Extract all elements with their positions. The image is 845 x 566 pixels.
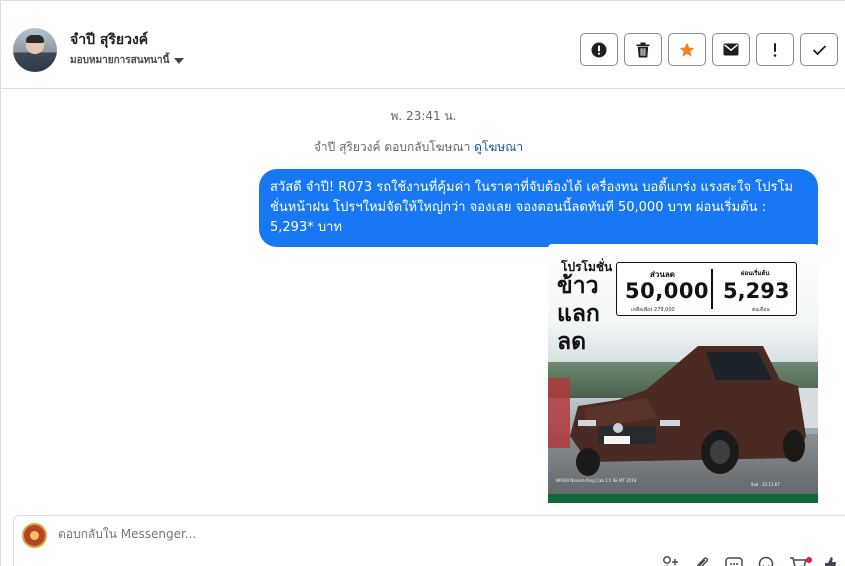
composer-tools [660, 556, 840, 566]
promo-fine-print-left: NP300 Navara King Cab 2.5 SE MT 2018 [556, 478, 637, 483]
user-avatar[interactable] [13, 28, 57, 72]
add-person-icon[interactable] [660, 556, 680, 566]
exclamation-icon [773, 42, 777, 57]
mark-spam-button[interactable] [580, 33, 618, 66]
avatar-hair [26, 35, 44, 43]
view-ad-link[interactable]: ดูโฆษณา [474, 140, 523, 154]
promo-heading-line-2: แลก [557, 301, 600, 327]
assign-label: มอบหมายการสนทนานี้ [70, 55, 170, 66]
message-bubble[interactable]: สวัสดี จำปี! R073 รถใช้งานที่คุ้มค่า ในร… [259, 169, 818, 247]
star-button[interactable] [668, 33, 706, 66]
pickup-truck-illustration [548, 346, 818, 476]
messenger-conversation: จำปี สุริยวงค์ มอบหมายการสนทนานี้ พ. 23:… [0, 0, 845, 566]
ad-reply-notice: จำปี สุริยวงค์ ตอบกลับโฆษณา ดูโฆษณา [1, 138, 836, 157]
price-divider [711, 269, 713, 309]
message-timestamp: พ. 23:41 น. [390, 109, 457, 123]
promo-heading-line-1: ข้าว [557, 273, 599, 299]
installment-sub: ต่อเดือน [752, 307, 770, 313]
mark-done-button[interactable] [800, 33, 838, 66]
discount-value: 50,000 [625, 279, 710, 303]
attachment-icon[interactable] [692, 556, 712, 566]
star-icon [679, 42, 695, 57]
cart-icon[interactable] [788, 556, 808, 566]
follow-up-button[interactable] [756, 33, 794, 66]
trash-icon [636, 42, 650, 57]
delete-button[interactable] [624, 33, 662, 66]
notification-dot [806, 557, 812, 563]
page-avatar [22, 523, 47, 548]
envelope-icon [723, 43, 739, 56]
check-icon [812, 44, 826, 55]
assign-conversation-dropdown[interactable]: มอบหมายการสนทนานี้ [70, 53, 185, 68]
like-icon[interactable] [820, 556, 840, 566]
discount-sub: เหลือเพียง 279,000 [631, 307, 675, 313]
promo-image[interactable]: โปรโมชั่น ข้าว แลก ลด ส่วนลด 50,000 เหลื… [548, 244, 818, 503]
promo-price-box: ส่วนลด 50,000 เหลือเพียง 279,000 ผ่อนเริ… [616, 262, 797, 316]
contact-name[interactable]: จำปี สุริยวงค์ [70, 29, 148, 51]
caret-down-icon [174, 57, 185, 64]
reply-composer [13, 515, 845, 566]
emoji-icon[interactable] [756, 556, 776, 566]
installment-label: ผ่อนเริ่มต้น [741, 270, 770, 277]
installment-value: 5,293 [723, 279, 790, 303]
exclamation-circle-icon [591, 42, 607, 57]
header-actions [580, 33, 838, 66]
ad-reply-text: จำปี สุริยวงค์ ตอบกลับโฆษณา [313, 140, 471, 154]
promo-fine-print-right: ลิงค์ - 22.11.67 [751, 482, 780, 487]
saved-reply-icon[interactable] [724, 556, 744, 566]
conversation-header: จำปี สุริยวงค์ มอบหมายการสนทนานี้ [1, 1, 845, 89]
promo-bottom-strip [548, 494, 818, 503]
reply-input[interactable] [58, 527, 658, 541]
mark-unread-button[interactable] [712, 33, 750, 66]
